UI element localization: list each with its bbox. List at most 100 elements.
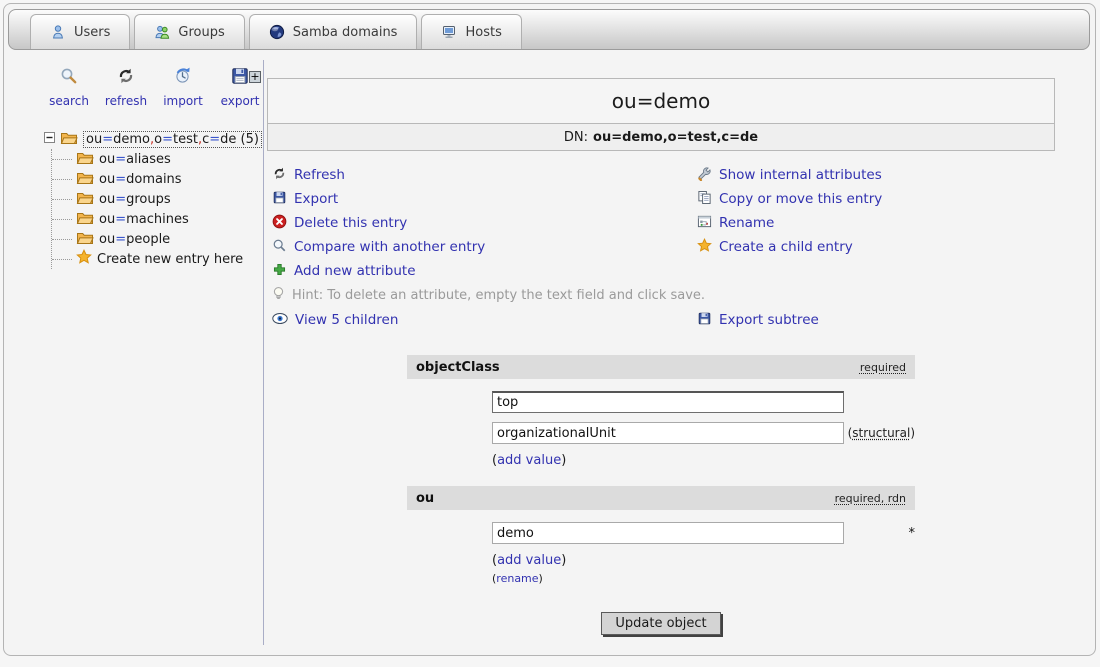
ou-value-input[interactable] xyxy=(492,522,844,544)
entry-actions: Refresh Export Delete this entry Compare… xyxy=(272,163,1055,283)
import-button[interactable]: import xyxy=(158,66,208,108)
tab-label: Users xyxy=(74,25,110,40)
tab-groups[interactable]: Groups xyxy=(134,14,244,49)
add-value-link: add value xyxy=(497,553,561,568)
attr-flags[interactable]: required xyxy=(860,361,906,374)
tree-item-label: ou=machines xyxy=(99,212,189,227)
entry-pane: ou=demo DN: ou=demo,o=test,c=de Refresh … xyxy=(267,78,1055,635)
tree-item-machines[interactable]: ou=machines xyxy=(52,209,262,229)
wrench-icon xyxy=(697,166,712,185)
add-attribute-link[interactable]: Add new attribute xyxy=(272,259,1055,283)
structural-note[interactable]: (structural) xyxy=(848,426,915,440)
entry-title-box: ou=demo xyxy=(267,78,1055,124)
link-label: Copy or move this entry xyxy=(719,191,882,207)
show-internal-attributes-link[interactable]: Show internal attributes xyxy=(697,163,882,187)
view-children-link[interactable]: View 5 children xyxy=(272,308,1055,332)
attr-name: objectClass xyxy=(416,360,500,375)
magnifier-icon xyxy=(272,238,287,257)
export-link[interactable]: Export xyxy=(272,187,1055,211)
rename-link: rename xyxy=(496,572,538,585)
toolbar-label: export xyxy=(221,94,260,108)
toolbar-label: refresh xyxy=(105,94,147,108)
tab-bar: Users Groups Samba domains Hosts xyxy=(8,9,1090,50)
objectclass-value-input-0[interactable] xyxy=(492,391,844,413)
tree-item-aliases[interactable]: ou=aliases xyxy=(52,149,262,169)
plus-icon: + xyxy=(250,70,259,83)
floppy-icon xyxy=(697,311,712,330)
link-label: Export subtree xyxy=(719,312,819,328)
star-icon xyxy=(697,238,712,257)
tab-label: Hosts xyxy=(465,25,501,40)
host-icon xyxy=(441,24,457,40)
refresh-icon xyxy=(116,66,136,90)
attr-name: ou xyxy=(416,491,434,506)
dn-value: ou=demo,o=test,c=de xyxy=(593,130,758,145)
eye-icon xyxy=(272,312,288,329)
minus-expander-icon[interactable] xyxy=(44,132,55,147)
link-label: Compare with another entry xyxy=(294,239,485,255)
refresh-button[interactable]: refresh xyxy=(101,66,151,108)
delete-entry-link[interactable]: Delete this entry xyxy=(272,211,1055,235)
tree-item-people[interactable]: ou=people xyxy=(52,229,262,249)
tab-users[interactable]: Users xyxy=(30,14,130,49)
link-label: Show internal attributes xyxy=(719,167,882,183)
floppy-icon xyxy=(230,66,250,90)
search-button[interactable]: search xyxy=(44,66,94,108)
rename-icon xyxy=(697,214,712,233)
toolbar-label: import xyxy=(163,94,203,108)
add-value-link: add value xyxy=(497,453,561,468)
attr-body-ou: * (add value) (rename) xyxy=(407,510,915,585)
tab-label: Samba domains xyxy=(293,25,398,40)
tab-samba-domains[interactable]: Samba domains xyxy=(249,14,418,49)
folder-icon xyxy=(76,170,94,189)
objectclass-add-value[interactable]: (add value) xyxy=(492,453,915,468)
attr-flags[interactable]: required, rdn xyxy=(835,492,906,505)
folder-icon xyxy=(76,230,94,249)
tree-children: ou=aliases ou=domains ou=groups ou=machi… xyxy=(51,149,262,269)
copy-move-entry-link[interactable]: Copy or move this entry xyxy=(697,187,882,211)
tree-item-label: ou=aliases xyxy=(99,152,171,167)
toolbar-label: search xyxy=(49,94,89,108)
attr-body-objectclass: (structural) (add value) xyxy=(407,379,915,468)
folder-icon xyxy=(60,130,78,149)
compare-entry-link[interactable]: Compare with another entry xyxy=(272,235,1055,259)
required-marker: * xyxy=(909,526,916,541)
expand-panel-button[interactable]: + xyxy=(249,71,261,83)
rename-link[interactable]: Rename xyxy=(697,211,882,235)
tree-toolbar: search refresh import export xyxy=(44,66,265,108)
delete-icon xyxy=(272,214,287,233)
update-object-button[interactable]: Update object xyxy=(601,612,720,635)
hint-row: Hint: To delete an attribute, empty the … xyxy=(272,284,1055,306)
search-icon xyxy=(59,66,79,90)
tree-create-entry[interactable]: Create new entry here xyxy=(52,249,262,269)
globe-icon xyxy=(269,24,285,40)
export-subtree-link[interactable]: Export subtree xyxy=(697,308,819,332)
tab-label: Groups xyxy=(178,25,224,40)
ou-rename[interactable]: (rename) xyxy=(492,572,915,585)
tree-item-label: ou=groups xyxy=(99,192,171,207)
refresh-link[interactable]: Refresh xyxy=(272,163,1055,187)
entry-title: ou=demo xyxy=(612,89,710,113)
plus-icon xyxy=(272,262,287,281)
link-label: Delete this entry xyxy=(294,215,407,231)
attr-header-objectclass: objectClass required xyxy=(407,355,915,379)
lightbulb-icon xyxy=(272,286,285,305)
ou-add-value[interactable]: (add value) xyxy=(492,553,915,568)
copy-icon xyxy=(697,190,712,209)
link-label: Rename xyxy=(719,215,774,231)
panel-divider xyxy=(263,60,264,645)
floppy-icon xyxy=(272,190,287,209)
objectclass-value-input-1[interactable] xyxy=(492,422,844,444)
link-label: Refresh xyxy=(294,167,345,183)
tree-item-groups[interactable]: ou=groups xyxy=(52,189,262,209)
attribute-form: objectClass required (structural) (add v… xyxy=(407,355,915,635)
create-child-entry-link[interactable]: Create a child entry xyxy=(697,235,882,259)
attr-header-ou: ou required, rdn xyxy=(407,486,915,510)
link-label: Create a child entry xyxy=(719,239,853,255)
tree-item-domains[interactable]: ou=domains xyxy=(52,169,262,189)
tree-root[interactable]: ou=demo,o=test,c=de (5) xyxy=(44,129,262,149)
tab-hosts[interactable]: Hosts xyxy=(421,14,521,49)
tree-root-label[interactable]: ou=demo,o=test,c=de (5) xyxy=(83,131,262,148)
tree-item-label: ou=people xyxy=(99,232,170,247)
tree-item-label: Create new entry here xyxy=(97,252,243,267)
